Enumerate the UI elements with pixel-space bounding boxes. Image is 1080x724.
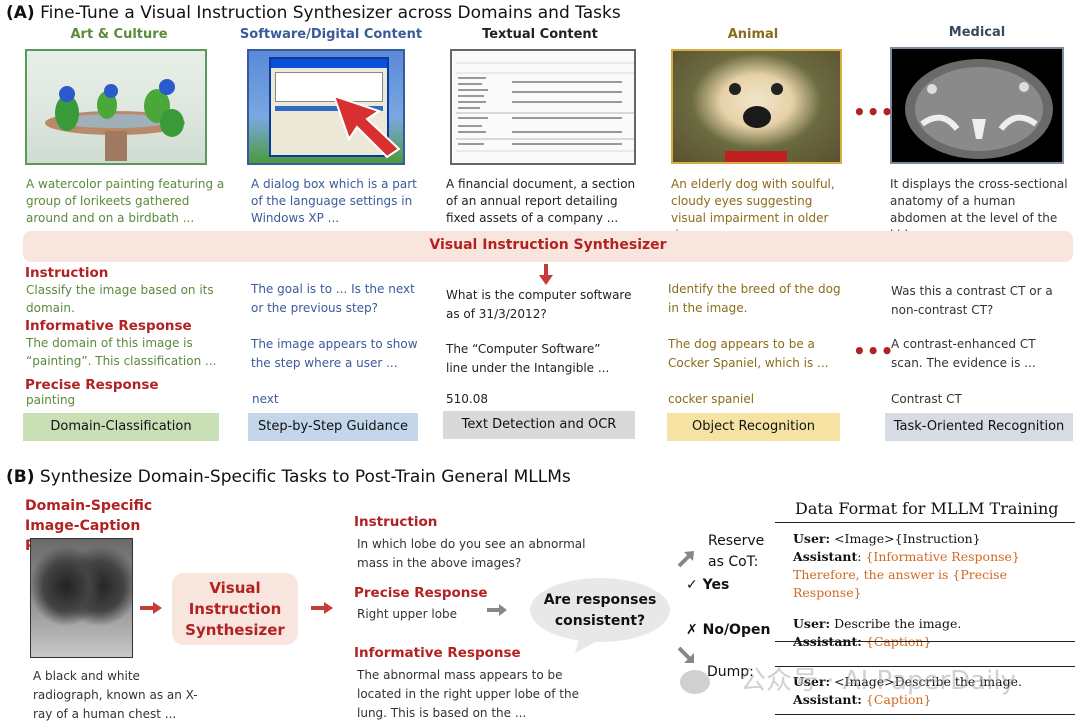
software-precise: next (252, 392, 279, 406)
dog-face-illustration (725, 83, 787, 162)
medical-precise: Contrast CT (891, 392, 962, 406)
domain-textual-label: Textual Content (482, 27, 598, 42)
art-instruction: Classify the image based on its domain. (26, 283, 214, 315)
arrow-to-synthesizer-icon (140, 602, 162, 614)
financial-document-image (450, 49, 636, 165)
b-instruction-label: Instruction (354, 514, 438, 530)
task-text-detection-ocr: Text Detection and OCR (443, 411, 635, 439)
animal-precise: cocker spaniel (668, 392, 755, 406)
data-format-title: Data Format for MLLM Training (795, 499, 1059, 518)
art-informative: The domain of this image is “painting”. … (26, 336, 217, 368)
medical-instruction: Was this a contrast CT or a non-contrast… (891, 284, 1053, 317)
domain-software-label: Software/Digital Content (239, 27, 423, 42)
b-precise-text: Right upper lobe (357, 607, 458, 621)
part-a-tag: (A) (6, 3, 35, 23)
task-object-recognition: Object Recognition (667, 413, 840, 441)
domain-medical-label: Medical (948, 25, 1006, 40)
red-arrow-icon (332, 94, 401, 159)
animal-instruction: Identify the breed of the dog in the ima… (668, 282, 841, 315)
part-b-title-text: Synthesize Domain-Specific Tasks to Post… (39, 467, 571, 487)
b-instruction-text: In which lobe do you see an abnormal mas… (357, 537, 586, 570)
synthesizer-box-label: Visual Instruction Synthesizer (185, 579, 285, 639)
consistency-question: Are responses consistent? (543, 592, 657, 629)
task-task-oriented-recognition: Task-Oriented Recognition (885, 413, 1073, 441)
format-mid-rule (775, 641, 1075, 642)
chest-xray-image (30, 538, 133, 658)
art-painting-image (25, 49, 207, 165)
synthesizer-bar-label: Visual Instruction Synthesizer (429, 237, 667, 253)
textual-informative: The “Computer Software” line under the I… (446, 342, 610, 375)
wechat-icon (680, 669, 710, 694)
b-informative-text: The abnormal mass appears to be located … (357, 668, 579, 720)
reserve-format-block: User: <Image>{Instruction} Assistant: {I… (793, 531, 1020, 649)
task-step-by-step-guidance: Step-by-Step Guidance (248, 413, 418, 441)
domain-animal-label: Animal (727, 27, 779, 42)
software-informative: The image appears to show the step where… (251, 337, 418, 370)
watermark: 公众号 · AI PaperDaily (680, 660, 1016, 697)
format-top-rule (775, 522, 1075, 523)
down-arrow-icon (539, 264, 553, 285)
ct-abdomen-illustration (905, 59, 1053, 159)
textual-caption: A financial document, a section of an an… (446, 177, 636, 225)
b-precise-label: Precise Response (354, 585, 488, 601)
format-bottom-rule (775, 714, 1075, 715)
textual-precise: 510.08 (446, 392, 488, 406)
dog-image (671, 49, 842, 164)
textual-instruction: What is the computer software as of 31/3… (446, 288, 632, 321)
animal-informative: The dog appears to be a Cocker Spaniel, … (668, 337, 829, 370)
part-b-tag: (B) (6, 467, 35, 487)
part-a-title: (A) Fine-Tune a Visual Instruction Synth… (6, 3, 621, 23)
more-domains-ellipsis: ••• (853, 100, 895, 124)
software-instruction: The goal is to ... Is the next or the pr… (251, 282, 415, 315)
up-arrow-icon (677, 551, 694, 568)
lorikeets-illustration (45, 79, 185, 161)
software-dialog-image (247, 49, 405, 165)
software-caption: A dialog box which is a part of the lang… (251, 177, 417, 225)
art-precise: painting (26, 393, 76, 407)
arrow-to-responses-icon (311, 602, 333, 614)
informative-response-label: Informative Response (25, 318, 192, 334)
task-domain-classification: Domain-Classification (23, 413, 219, 441)
part-a-title-text: Fine-Tune a Visual Instruction Synthesiz… (40, 3, 621, 23)
gray-arrow-icon (487, 604, 507, 616)
more-tasks-ellipsis: ••• (853, 339, 895, 363)
domain-art-label: Art & Culture (70, 27, 168, 42)
art-caption: A watercolor painting featuring a group … (26, 177, 225, 225)
instruction-label: Instruction (25, 265, 109, 281)
b-informative-label: Informative Response (354, 645, 521, 661)
yes-option: ✓ Yes (686, 577, 730, 593)
medical-informative: A contrast-enhanced CT scan. The evidenc… (891, 337, 1036, 370)
no-open-option: ✗ No/Open (686, 622, 771, 638)
reserve-as-cot-label: Reserve as CoT: (708, 533, 765, 570)
ct-scan-image (890, 47, 1064, 164)
xray-caption: A black and white radiograph, known as a… (33, 669, 198, 721)
part-b-title: (B) Synthesize Domain-Specific Tasks to … (6, 467, 571, 487)
table-illustration (456, 62, 634, 152)
